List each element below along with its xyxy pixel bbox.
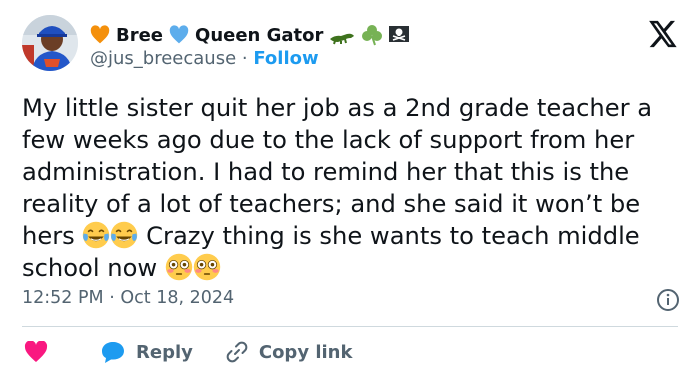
author-handle[interactable]: @jus_breecause — [90, 48, 236, 69]
avatar[interactable] — [22, 15, 78, 71]
crocodile-icon — [330, 33, 355, 45]
avatar-image — [22, 15, 78, 71]
reply-bubble-icon — [102, 342, 124, 363]
like-button[interactable] — [24, 341, 48, 363]
time-separator: · — [109, 288, 115, 308]
author-name-second: Queen Gator — [195, 24, 324, 46]
author-handle-row: @jus_breecause · Follow — [90, 48, 319, 69]
heart-icon — [24, 341, 48, 362]
handle-separator: · — [241, 48, 248, 69]
copy-link-label: Copy link — [258, 341, 353, 363]
blue-heart-icon — [169, 25, 189, 44]
copy-link-button[interactable]: Copy link — [193, 340, 353, 364]
author-name-first: Bree — [116, 24, 164, 46]
shamrock-icon — [362, 25, 383, 46]
flushed-face-icon — [193, 253, 221, 281]
flushed-face-icon — [165, 253, 193, 281]
action-bar: Reply Copy link — [24, 338, 352, 366]
link-icon — [226, 341, 248, 363]
follow-button[interactable]: Follow — [253, 48, 318, 69]
face-with-tears-of-joy-icon — [111, 221, 138, 249]
tweet-time: 12:52 PM — [22, 288, 104, 308]
reply-button[interactable]: Reply — [48, 340, 193, 364]
orange-heart-icon — [90, 25, 110, 44]
face-with-tears-of-joy-icon — [83, 221, 110, 249]
author-name-row[interactable]: Bree Queen Gator — [90, 22, 411, 48]
x-logo-icon[interactable] — [648, 20, 678, 48]
timestamp[interactable]: 12:52 PM · Oct 18, 2024 — [22, 288, 234, 308]
tweet-date: Oct 18, 2024 — [120, 288, 235, 308]
tweet-text: My little sister quit her job as a 2nd g… — [22, 92, 682, 284]
tweet-card: Bree Queen Gator @jus_breecause · Follow — [0, 0, 700, 379]
pirate-flag-icon — [389, 26, 410, 42]
info-icon[interactable] — [656, 288, 680, 312]
reply-label: Reply — [136, 341, 193, 363]
divider — [22, 326, 678, 327]
